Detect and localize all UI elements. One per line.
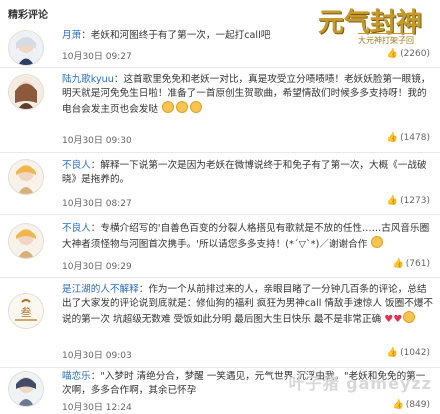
- comment-time: 10月30日 09:29: [62, 262, 132, 272]
- comment-content: 月萧：老妖和河图终于有了第一次，一起打call吧: [62, 29, 434, 43]
- smile-emoji-icon: [176, 101, 188, 113]
- like-count: (849): [405, 400, 430, 410]
- avatar-icon: [9, 160, 43, 194]
- like-count: (1273): [400, 196, 430, 206]
- thumb-up-icon: 👍: [386, 49, 399, 59]
- divider: [0, 277, 440, 278]
- like-count: (1042): [400, 348, 430, 358]
- avatar[interactable]: [8, 74, 44, 110]
- comment-username[interactable]: 喵恋乐: [62, 371, 91, 382]
- thumb-up-icon: 👍: [386, 348, 399, 358]
- avatar[interactable]: 叁: [8, 293, 44, 329]
- avatar[interactable]: [8, 223, 44, 259]
- thumb-up-icon: 👍: [392, 400, 404, 410]
- comment-text: 老妖和河图终于有了第一次，一起打call吧: [90, 30, 271, 41]
- divider: [0, 152, 440, 153]
- comment-content: 陆九歌kyuu：这首歌里免免和老妖一对比，真是攻受立分啧啧啧！老妖妖脸第一眼镜，…: [62, 73, 434, 117]
- watermark-logo: 叶子猪 gameyzz: [288, 374, 432, 393]
- heart-icon: ♥: [384, 314, 394, 325]
- comment-time: 10月30日 09:03: [62, 351, 132, 361]
- divider: [0, 367, 440, 368]
- smile-emoji-icon: [162, 101, 174, 113]
- avatar-icon: 叁: [9, 294, 43, 328]
- divider: [0, 67, 440, 68]
- thumb-up-icon: 👍: [386, 196, 399, 206]
- avatar[interactable]: [8, 30, 44, 66]
- avatar[interactable]: [8, 159, 44, 195]
- like-button[interactable]: 👍 (761): [393, 259, 430, 269]
- avatar-icon: [9, 372, 43, 406]
- comment-username[interactable]: 不良人: [62, 160, 91, 171]
- comment-content: 不良人：专横介绍写的'自善色百变的分裂人格搭见有歌就是不放的任性……古风音乐圈大…: [62, 222, 434, 252]
- like-button[interactable]: 👍 (1478): [387, 133, 430, 143]
- comment-page: 精彩评论 元气封神 大元神打架子回 月萧：老妖和河图终于有了第一次，一起打cal…: [0, 0, 440, 413]
- like-button[interactable]: 👍 (849): [393, 400, 430, 410]
- comment-meta: 10月30日 09:27 👍 (2260): [62, 49, 430, 63]
- comment-text: 解释一下说第一次是因为老妖在微博说终于和免子有了第一次，大概《一战破晓》是拖养的…: [62, 160, 427, 185]
- comment-meta: 10月30日 09:03 👍 (1042): [62, 348, 430, 362]
- heart-icon: ♥: [393, 314, 403, 325]
- like-button[interactable]: 👍 (2260): [387, 49, 430, 59]
- smile-emoji-icon: [190, 101, 202, 113]
- username-separator: ：: [81, 30, 91, 41]
- username-separator: ：: [90, 223, 101, 234]
- svg-text:叁: 叁: [21, 305, 32, 319]
- comment-content: 不良人：解释一下说第一次是因为老妖在微博说终于和免子有了第一次，大概《一战破晓》…: [62, 159, 434, 187]
- comment-time: 10月30日 12:24: [62, 403, 132, 413]
- divider: [0, 214, 440, 215]
- like-count: (1478): [400, 133, 430, 143]
- like-button[interactable]: 👍 (1042): [387, 348, 430, 358]
- username-separator: ：: [138, 284, 149, 295]
- comment-meta: 10月30日 09:29 👍 (761): [62, 259, 430, 273]
- comment-meta: 10月30日 12:24 👍 (849): [62, 400, 430, 414]
- comment-time: 10月30日 09:30: [62, 136, 132, 146]
- username-separator: ：: [113, 74, 124, 85]
- like-count: (2260): [400, 49, 430, 59]
- comment-time: 10月30日 09:27: [62, 52, 132, 62]
- section-title: 精彩评论: [8, 10, 48, 21]
- smile-emoji-icon: [403, 311, 416, 323]
- comment-time: 10月30日 08:27: [62, 199, 132, 209]
- comment-username[interactable]: 不良人: [62, 223, 91, 234]
- like-count: (761): [405, 259, 430, 269]
- comment-username[interactable]: 月萧: [62, 30, 81, 41]
- avatar[interactable]: [8, 371, 44, 407]
- comment-meta: 10月30日 09:30 👍 (1478): [62, 133, 430, 147]
- comment-content: 是江湖的人不解释：作为一个从前排过来的人，亲眼目睹了一分钟几百条的评论，总结出了…: [62, 283, 434, 327]
- username-separator: ：: [90, 160, 101, 171]
- thumb-up-icon: 👍: [386, 133, 399, 143]
- avatar-icon: [9, 31, 43, 65]
- thumb-up-icon: 👍: [392, 259, 404, 269]
- avatar-icon: [9, 224, 43, 258]
- smile-emoji-icon: [371, 236, 384, 248]
- comment-meta: 10月30日 08:27 👍 (1273): [62, 196, 430, 210]
- comment-username[interactable]: 是江湖的人不解释: [62, 284, 139, 295]
- comment-username[interactable]: 陆九歌kyuu: [62, 74, 114, 85]
- username-separator: ：: [90, 371, 101, 382]
- avatar-icon: [9, 75, 43, 109]
- like-button[interactable]: 👍 (1273): [387, 196, 430, 206]
